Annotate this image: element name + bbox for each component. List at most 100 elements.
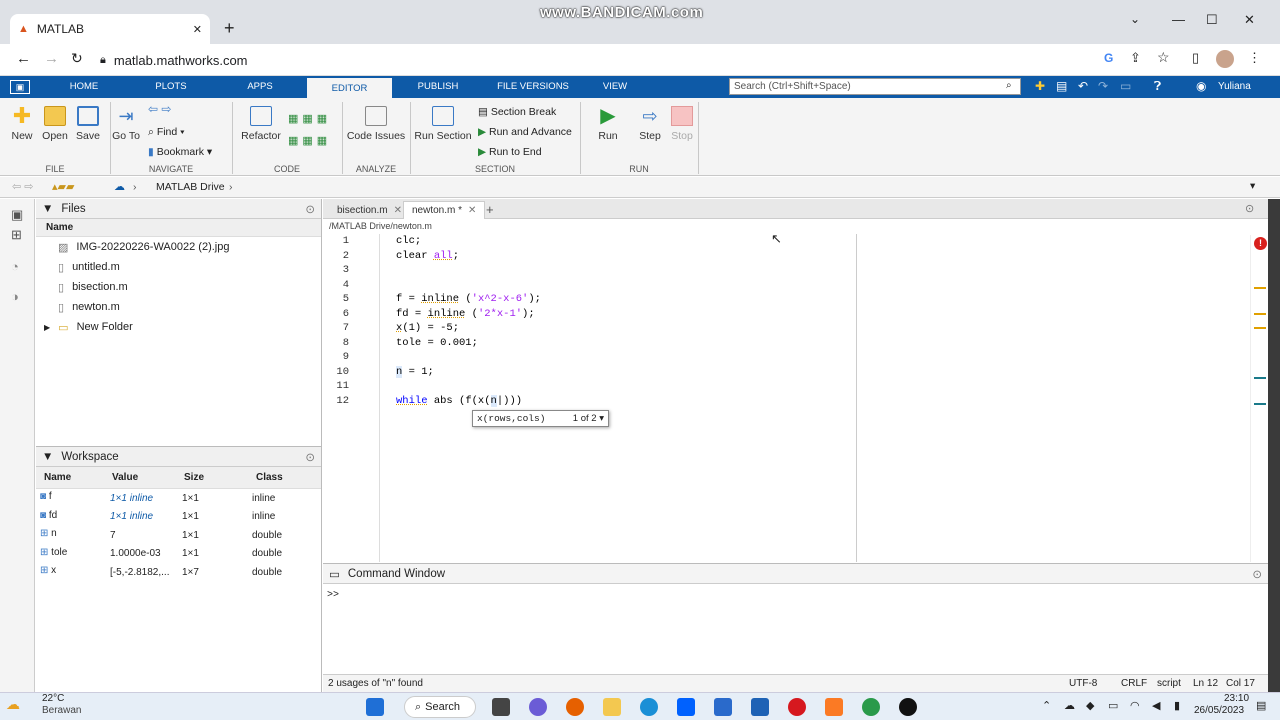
close-tab-icon[interactable]: ✕ (394, 205, 402, 216)
minimize-icon[interactable]: — (1172, 12, 1185, 27)
windows-start-icon[interactable] (366, 698, 384, 716)
store-icon[interactable] (751, 698, 769, 716)
url-text[interactable]: matlab.mathworks.com (114, 53, 248, 68)
command-prompt[interactable]: >> (323, 584, 1268, 607)
maximize-icon[interactable]: ☐ (1206, 12, 1218, 28)
dropbox-tray-icon[interactable]: ◆ (1086, 699, 1094, 712)
run-button[interactable]: ▶ Run (594, 106, 622, 142)
col-class[interactable]: Class (250, 472, 320, 483)
path-dropdown-icon[interactable]: ▾ (1250, 180, 1255, 192)
redo-icon[interactable]: ↷ (1098, 79, 1108, 93)
warning-marker[interactable] (1254, 313, 1266, 315)
workspace-row[interactable]: ⊞ tole 1.0000e-03 1×1 double (36, 545, 321, 564)
file-item[interactable]: ▨ IMG-20220226-WA0022 (2).jpg (36, 237, 321, 257)
workspace-row[interactable]: ⊞ x [-5,-2.8182,... 1×7 double (36, 563, 321, 582)
close-tab-icon[interactable]: ✕ (193, 23, 202, 36)
close-window-icon[interactable]: ✕ (1244, 12, 1255, 28)
refactor-button[interactable]: Refactor (240, 106, 282, 142)
collapse-icon[interactable]: ▼ (42, 451, 53, 463)
files-name-header[interactable]: Name (36, 219, 321, 237)
chat-icon[interactable] (529, 698, 547, 716)
browser-tab[interactable]: ▲ MATLAB ✕ (10, 14, 210, 44)
expand-icon[interactable]: ▶ (44, 323, 50, 332)
step-button[interactable]: ⇨ Step (636, 106, 664, 142)
folder-nav-icons[interactable]: ⇦ ⇨ (12, 180, 34, 193)
bookmark-star-icon[interactable]: ☆ (1157, 49, 1170, 66)
lock-icon[interactable]: 🔒︎ (100, 54, 106, 67)
chrome-icon[interactable] (862, 698, 880, 716)
wifi-icon[interactable]: ◠ (1130, 699, 1140, 712)
quick-save-icon[interactable]: ▤ (1056, 79, 1067, 93)
panel-options-icon[interactable]: ⊙ (1252, 567, 1262, 581)
help-icon[interactable]: ❓︎ (1154, 79, 1161, 94)
edge-icon[interactable] (640, 698, 658, 716)
file-explorer-icon[interactable] (603, 698, 621, 716)
task-view-icon[interactable] (492, 698, 510, 716)
run-and-advance-button[interactable]: ▶ Run and Advance (478, 126, 572, 138)
battery-level-icon[interactable]: ▮ (1174, 699, 1180, 712)
folder-item[interactable]: ▶ ▭ New Folder (36, 317, 321, 337)
find-button[interactable]: ⌕ Find ▾ (148, 126, 185, 139)
sidepanel-icon[interactable]: ▯ (1192, 50, 1199, 66)
save-button[interactable]: Save (74, 106, 102, 142)
weather-temp[interactable]: 22°C (42, 693, 64, 704)
open-button[interactable]: Open (40, 106, 70, 142)
weather-desc[interactable]: Berawan (42, 705, 81, 716)
tools-icon[interactable]: ◑ (11, 289, 19, 304)
bandicam-icon[interactable] (899, 698, 917, 716)
tab-newton[interactable]: newton.m * ✕ (403, 201, 486, 219)
workspace-panel-icon[interactable]: ⊞ (11, 227, 22, 243)
tab-search-icon[interactable]: ⌄ (1130, 12, 1140, 26)
weather-icon[interactable]: ☁ (6, 696, 20, 713)
tab-file-versions[interactable]: FILE VERSIONS (488, 76, 578, 98)
share-icon[interactable]: ⇪ (1130, 50, 1141, 66)
notification-icon[interactable]: ▤ (1256, 699, 1266, 712)
workspace-row[interactable]: ⊞ n 7 1×1 double (36, 526, 321, 545)
run-to-end-button[interactable]: ▶ Run to End (478, 146, 542, 158)
section-break-button[interactable]: ▤ Section Break (478, 106, 556, 118)
function-hint-tooltip[interactable]: x(rows,cols) 1 of 2 ▾ (472, 410, 609, 427)
col-size[interactable]: Size (178, 472, 250, 483)
matlab-home-icon[interactable]: ▣ (10, 80, 30, 94)
path-folder[interactable]: MATLAB Drive (156, 181, 225, 193)
warning-marker[interactable] (1254, 287, 1266, 289)
add-tab-icon[interactable]: + (486, 202, 494, 217)
clock-time[interactable]: 23:10 (1224, 693, 1249, 704)
close-tab-icon[interactable]: ✕ (468, 205, 476, 216)
tray-chevron-icon[interactable]: ⌃ (1042, 699, 1051, 712)
search-input[interactable]: Search (Ctrl+Shift+Space) (729, 78, 1021, 95)
switch-windows-icon[interactable]: ▭ (1120, 79, 1131, 93)
col-name[interactable]: Name (36, 472, 106, 483)
search-icon[interactable]: ⌕ (1006, 80, 1012, 91)
back-icon[interactable]: ← (16, 50, 31, 67)
taskbar-search[interactable]: ⌕ Search (404, 696, 476, 718)
profile-avatar[interactable] (1216, 50, 1234, 68)
new-button[interactable]: ✚ New (8, 105, 36, 143)
onedrive-icon[interactable]: ☁ (1064, 699, 1075, 712)
tab-editor[interactable]: EDITOR (307, 76, 392, 98)
clock-date[interactable]: 26/05/2023 (1194, 705, 1244, 716)
undo-icon[interactable]: ↶ (1078, 79, 1088, 93)
code-area[interactable]: clc; clear all; f = inline ('x^2-x-6'); … (323, 234, 1268, 562)
editor-options-icon[interactable]: ⊙ (1245, 202, 1254, 215)
panel-options-icon[interactable]: ⊙ (305, 450, 315, 464)
bookmark-button[interactable]: ▮ Bookmark ▾ (148, 146, 212, 158)
warning-marker[interactable] (1254, 327, 1266, 329)
file-item[interactable]: ▯ newton.m (36, 297, 321, 317)
file-item[interactable]: ▯ bisection.m (36, 277, 321, 297)
tab-publish[interactable]: PUBLISH (408, 76, 468, 98)
tab-bisection[interactable]: bisection.m ✕ (329, 201, 410, 219)
workspace-row[interactable]: ◙ f 1×1 inline 1×1 inline (36, 489, 321, 508)
file-item[interactable]: ▯ untitled.m (36, 257, 321, 277)
up-folder-icon[interactable]: ▴▰▰ (52, 180, 74, 193)
run-section-button[interactable]: Run Section (414, 106, 472, 142)
google-icon[interactable]: G (1104, 51, 1113, 65)
history-icon[interactable]: ◔ (11, 259, 19, 274)
reload-icon[interactable]: ↻ (71, 50, 83, 67)
tab-apps[interactable]: APPS (230, 76, 290, 98)
usage-marker[interactable] (1254, 377, 1266, 379)
firefox-icon[interactable] (566, 698, 584, 716)
code-tools-icon[interactable]: ▦▦▦ (288, 112, 331, 125)
code-issues-button[interactable]: Code Issues (346, 106, 406, 142)
panel-options-icon[interactable]: ⊙ (305, 202, 315, 216)
